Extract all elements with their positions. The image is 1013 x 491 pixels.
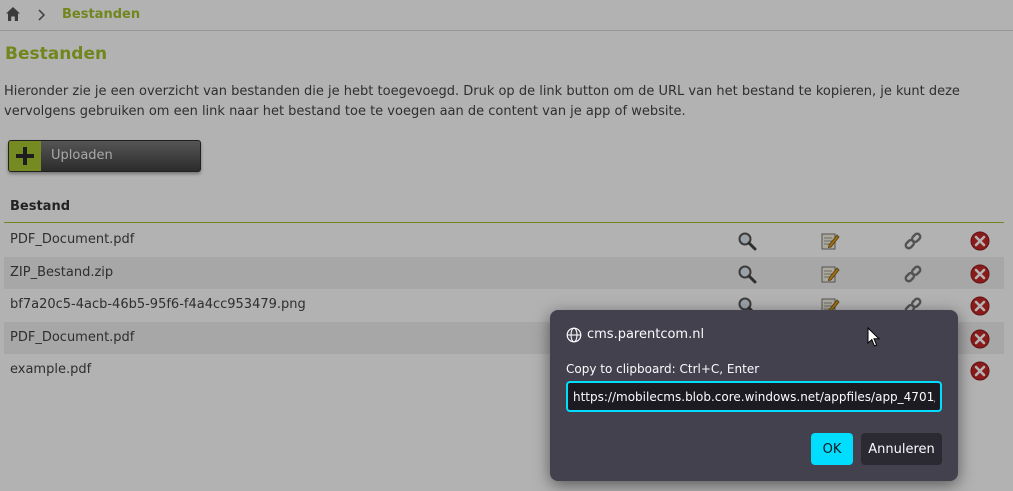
globe-icon — [566, 327, 582, 343]
cancel-button[interactable]: Annuleren — [861, 433, 942, 465]
dialog-origin: cms.parentcom.nl — [587, 327, 705, 342]
dialog-prompt: Copy to clipboard: Ctrl+C, Enter — [566, 362, 760, 376]
url-field[interactable] — [566, 381, 942, 412]
clipboard-dialog: cms.parentcom.nl Copy to clipboard: Ctrl… — [550, 310, 958, 481]
ok-button[interactable]: OK — [811, 433, 853, 465]
mouse-cursor-icon — [867, 327, 881, 347]
